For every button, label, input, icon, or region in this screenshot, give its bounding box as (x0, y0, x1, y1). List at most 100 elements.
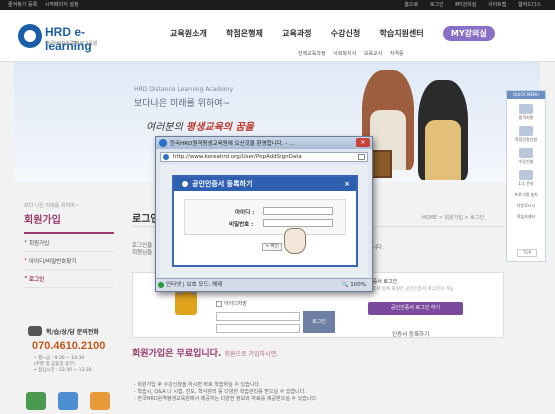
quick-item-label: 다운로드시 (516, 203, 536, 208)
logo-mark-icon (18, 24, 42, 48)
nav-item-support[interactable]: 학습지원센터 (379, 28, 423, 39)
site-logo[interactable]: HRD e-learning 한국HRD원격평생교육원 (18, 24, 128, 53)
sidebar-subtitle: 보다 나은 미래를 위하여~ (24, 203, 79, 209)
join-benefits-list: - 회원가입 후 수강신청을 하시면 바로 학습하실 수 있습니다. - 학습시… (134, 382, 318, 403)
dialog-confirm-button[interactable]: + 확인 (262, 243, 282, 251)
hero-script-plain: 여러분의 (146, 122, 183, 133)
breadcrumb: HOME > 회원가입 > 로그인 (422, 215, 485, 221)
hand-cursor-icon (284, 228, 306, 254)
quick-item-remote[interactable]: 원격지원 (507, 104, 545, 121)
lock-icon (175, 282, 197, 315)
main-nav: 교육원소개 학점은행제 교육과정 수강신청 학습지원센터 MY강의실 (170, 26, 495, 41)
hero-student-photo-male (418, 80, 468, 180)
join-free-title: 회원가입은 무료입니다. 회원으로 가입하시면, (132, 346, 278, 359)
hero-korean-title: 보다나은 미래를 위하여~ (134, 99, 231, 109)
quick-item-label: 1:1 문의 (518, 181, 534, 186)
sidebar-item-find-account[interactable]: 아이디/비밀번호찾기 (24, 252, 114, 270)
calendar-icon (519, 126, 533, 136)
cert-popup-window: 한국HRD원격평생교육원에 오신것을 환영합니다. - ... ✕ http:/… (155, 136, 373, 292)
login-id-field[interactable] (216, 312, 300, 321)
quick-item-label: 원격지원 (518, 115, 534, 120)
cert-register-link[interactable]: 인증서 등록하기 (392, 330, 429, 338)
quick-item-learner-center[interactable]: 학습자센터 (507, 214, 545, 220)
logo-tagline: 한국HRD원격평생교육원 (45, 41, 98, 47)
popup-titlebar[interactable]: 한국HRD원격평생교육원에 오신것을 환영합니다. - ... ✕ (156, 137, 372, 149)
join-title-text: 회원가입은 무료입니다. (132, 349, 222, 359)
remember-id-checkbox[interactable]: 아이디저장 (216, 300, 247, 307)
quick-item-credit[interactable]: 학점인정신청 (507, 126, 545, 143)
dialog-form: 아이디 : 비밀번호 : (184, 199, 346, 235)
dialog-password-label: 비밀번호 : (229, 222, 254, 228)
quick-item-label: 학습자센터 (516, 214, 536, 219)
quick-item-install[interactable]: 프로그램 설치 (507, 192, 545, 198)
sidebar-item-login[interactable]: 로그인 (24, 270, 114, 288)
quick-item-inquiry[interactable]: 1:1 문의 (507, 170, 545, 187)
bottom-banner-icons (24, 390, 116, 412)
dialog-password-input[interactable] (263, 219, 333, 227)
dialog-title: 공인인증서 등록하기 (192, 180, 253, 188)
dialog-id-input[interactable] (263, 207, 333, 215)
topbar-link-my-classroom[interactable]: MY강의실 (455, 2, 476, 8)
left-sidebar: 보다 나은 미래를 위하여~ 회원가입 회원가입 아이디/비밀번호찾기 로그인 (24, 202, 114, 288)
scroll-top-button[interactable]: TOP (517, 249, 537, 257)
chat-icon (519, 170, 533, 180)
topbar-link-bookmark[interactable]: 즐겨찾기 등록 (8, 2, 37, 8)
cert-register-dialog: 공인인증서 등록하기 × 아이디 : 비밀번호 : + 확인 (172, 175, 358, 267)
topbar-link-sitemap[interactable]: 사이트맵 (488, 2, 506, 8)
sidebar-item-join[interactable]: 회원가입 (24, 234, 114, 252)
cert-login-button[interactable]: 공인인증서 로그인 하기 (368, 302, 463, 315)
nav-item-enroll[interactable]: 수강신청 (331, 28, 360, 39)
site-header: HRD e-learning 한국HRD원격평생교육원 교육원소개 학점은행제 … (0, 10, 555, 62)
hero-english-title: HRD Distance Learning Academy (134, 86, 234, 93)
subnav-item-certificate[interactable]: 자격증 (390, 51, 404, 57)
quick-item-enroll[interactable]: 수강신청 (507, 148, 545, 165)
popup-status-text: 인터넷 | 보호 모드: 해제 (166, 282, 223, 288)
dialog-id-label: 아이디 : (235, 210, 255, 216)
topbar-link-home[interactable]: 홈으로 (404, 2, 418, 8)
popup-window-title: 한국HRD원격평생교육원에 오신것을 환영합니다. - ... (170, 141, 295, 147)
join-subtitle: 회원으로 가입하시면, (224, 351, 279, 358)
dialog-header: 공인인증서 등록하기 × (174, 177, 356, 191)
contact-label: 학/습/상/담 문의전화 (46, 329, 99, 336)
nav-item-about[interactable]: 교육원소개 (170, 28, 207, 39)
join-benefit-line: - 회원가입 후 수강신청을 하시면 바로 학습하실 수 있습니다. (134, 382, 261, 388)
nav-item-courses[interactable]: 교육과정 (282, 28, 311, 39)
join-benefit-line: - 학습시, Q&A 나 시험, 진도, 학사관리 등 다양한 학습관리를 받으… (134, 389, 306, 395)
contact-phone: 070.4610.2100 (32, 340, 106, 352)
popup-url: http://www.koreahrd.org/User/PopAddSignD… (173, 154, 302, 160)
remember-id-label: 아이디저장 (224, 301, 248, 307)
desc-line: 회원님들 (132, 250, 153, 256)
topbar-link-webhard[interactable]: 웹하드다스 (518, 2, 541, 8)
quick-item-label: 학점인정신청 (514, 137, 538, 142)
nav-item-my-classroom[interactable]: MY강의실 (442, 26, 495, 41)
dialog-close-icon[interactable]: × (344, 177, 350, 191)
login-description: 로그인을 회원님들 (132, 243, 152, 257)
browser-icon (159, 139, 167, 147)
topbar-link-homepage[interactable]: 시작페이지 설정 (45, 2, 79, 8)
top-utility-bar: 즐겨찾기 등록 시작페이지 설정 홈으로 로그인 MY강의실 사이트맵 웹하드다… (0, 0, 555, 10)
subnav-item-all[interactable]: 전체교육과정 (298, 51, 326, 57)
contact-hours-line: • 점심시간 : 12:30 ~ 13:30 (34, 368, 92, 373)
login-description-tail: 니다. (372, 245, 384, 251)
page-icon (358, 154, 365, 160)
popup-zoom-control[interactable]: 🔍 100% (342, 279, 366, 291)
phone-icon (28, 326, 42, 336)
people-icon[interactable] (58, 392, 78, 410)
topbar-link-login[interactable]: 로그인 (430, 2, 444, 8)
bullet-icon (182, 181, 188, 187)
login-button[interactable]: 로그인 (303, 311, 335, 333)
green-app-icon[interactable] (26, 392, 46, 410)
sub-nav: 전체교육과정 사회복지사 보육교사 자격증 (298, 50, 410, 57)
join-benefit-line: - 한국HRD원격평생교육원에서 제공하는 다양한 정보와 자료를 제공받으실 … (134, 396, 318, 402)
subnav-item-social-worker[interactable]: 사회복지사 (333, 51, 356, 57)
quick-item-download[interactable]: 다운로드시 (507, 203, 545, 209)
login-password-field[interactable] (216, 324, 300, 333)
subnav-item-childcare[interactable]: 보육교사 (364, 51, 382, 57)
help-icon[interactable] (90, 392, 110, 410)
popup-window-close-button[interactable]: ✕ (356, 138, 370, 147)
sidebar-menu: 회원가입 아이디/비밀번호찾기 로그인 (24, 234, 114, 288)
popup-address-bar[interactable]: http://www.koreahrd.org/User/PopAddSignD… (160, 152, 368, 162)
nav-item-credit-bank[interactable]: 학점은행제 (226, 28, 263, 39)
popup-status-bar: 인터넷 | 보호 모드: 해제 🔍 100% (156, 278, 372, 291)
quick-menu-title: QUICK MENU (507, 91, 545, 99)
